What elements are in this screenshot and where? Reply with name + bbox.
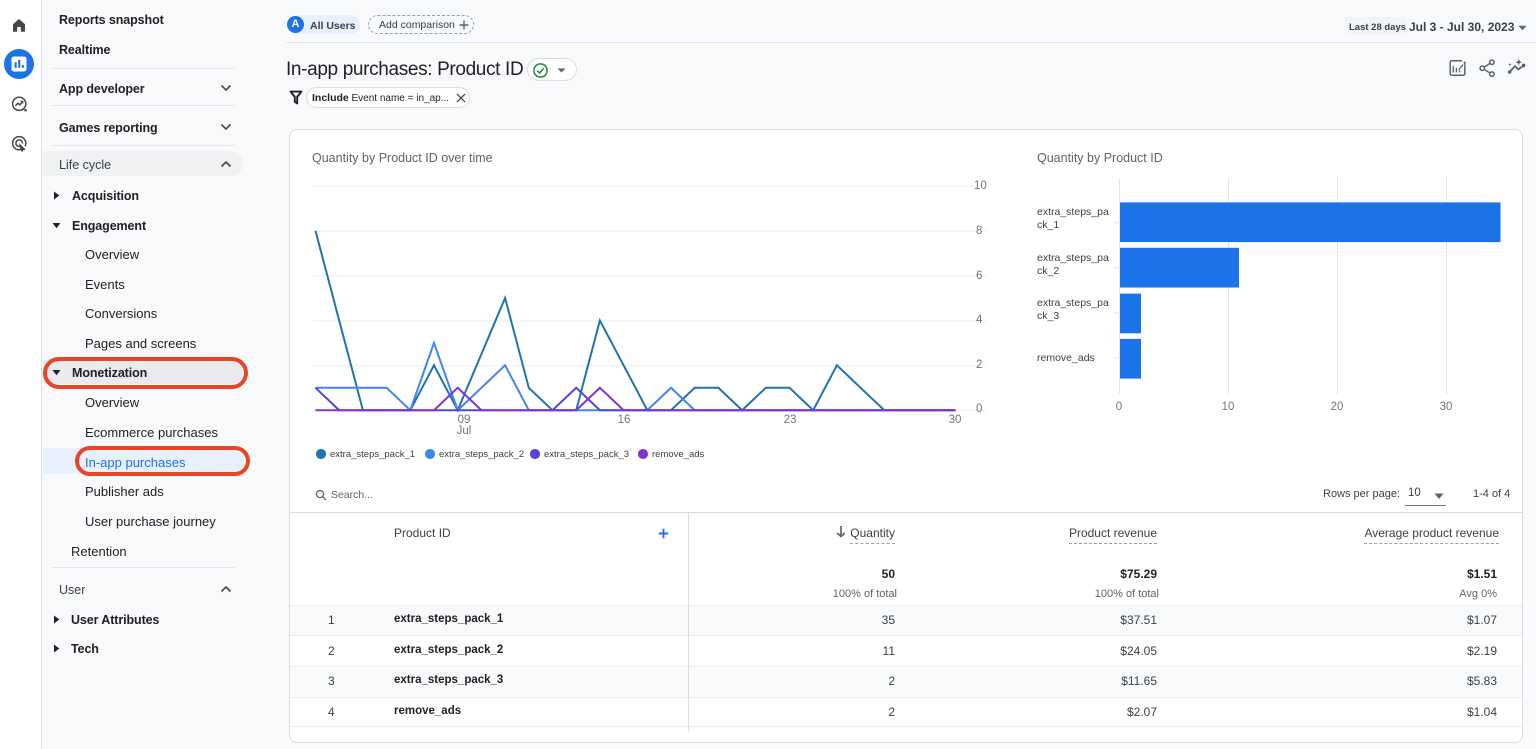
svg-text:extra_steps_pa: extra_steps_pa (1037, 252, 1109, 264)
svg-text:30: 30 (1440, 401, 1453, 413)
svg-text:30: 30 (949, 414, 962, 426)
svg-text:23: 23 (784, 414, 797, 426)
svg-text:extra_steps_pa: extra_steps_pa (1037, 297, 1109, 309)
svg-text:10: 10 (974, 180, 987, 192)
svg-text:4: 4 (976, 314, 983, 326)
svg-text:6: 6 (976, 270, 982, 282)
svg-text:10: 10 (1222, 401, 1235, 413)
svg-text:ck_1: ck_1 (1037, 219, 1059, 231)
svg-text:8: 8 (976, 225, 982, 237)
svg-text:0: 0 (1116, 401, 1122, 413)
svg-text:remove_ads: remove_ads (1037, 352, 1095, 364)
svg-text:20: 20 (1331, 401, 1344, 413)
svg-text:2: 2 (976, 359, 982, 371)
svg-text:ck_3: ck_3 (1037, 310, 1059, 322)
svg-text:0: 0 (976, 403, 982, 415)
svg-text:Jul: Jul (457, 425, 472, 437)
svg-text:ck_2: ck_2 (1037, 265, 1059, 277)
svg-text:extra_steps_pa: extra_steps_pa (1037, 206, 1109, 218)
svg-text:16: 16 (618, 414, 631, 426)
